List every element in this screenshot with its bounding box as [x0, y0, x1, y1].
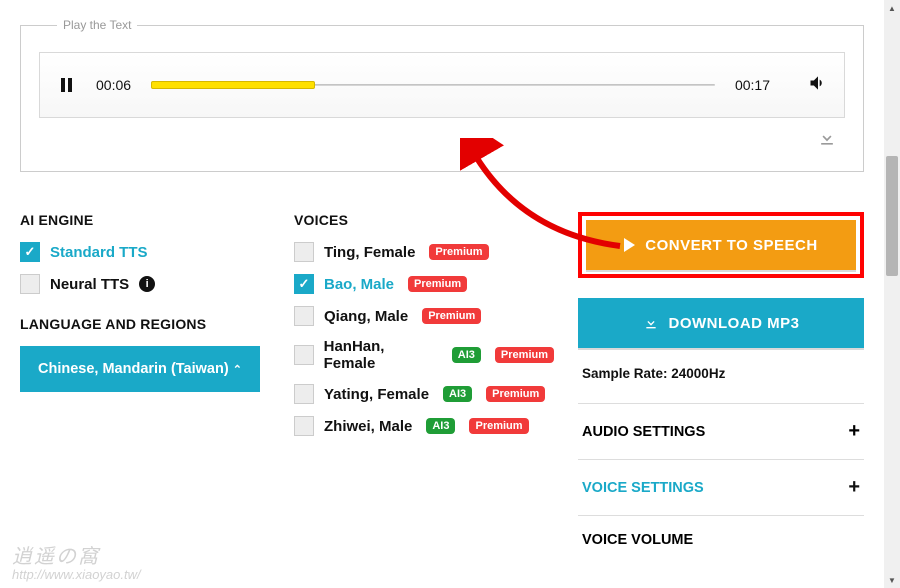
- chevron-up-icon: ⌃: [233, 363, 242, 376]
- voice-label: Zhiwei, Male: [324, 418, 412, 435]
- download-mp3-button[interactable]: DOWNLOAD MP3: [578, 298, 864, 348]
- pause-button[interactable]: [56, 78, 76, 92]
- ai-engine-heading: AI ENGINE: [20, 212, 270, 228]
- voice-volume-heading: VOICE VOLUME: [578, 515, 864, 548]
- checkbox[interactable]: [294, 274, 314, 294]
- checkbox[interactable]: [294, 416, 314, 436]
- page-scrollbar[interactable]: ▲ ▼: [884, 0, 900, 588]
- engine-option[interactable]: Standard TTS: [20, 242, 270, 262]
- voice-label: HanHan, Female: [324, 338, 438, 372]
- volume-icon: [808, 73, 828, 93]
- premium-badge: Premium: [408, 276, 467, 292]
- checkbox[interactable]: [294, 306, 314, 326]
- watermark-cn: 逍遥の窩: [12, 547, 141, 567]
- player-fieldset: Play the Text 00:06 00:17: [20, 18, 864, 172]
- premium-badge: Premium: [486, 386, 545, 402]
- language-label: Chinese, Mandarin (Taiwan): [38, 361, 229, 377]
- current-time: 00:06: [96, 77, 131, 93]
- plus-icon: +: [848, 476, 860, 499]
- info-icon[interactable]: i: [139, 276, 155, 292]
- checkbox[interactable]: [294, 242, 314, 262]
- audio-player: 00:06 00:17: [39, 52, 845, 118]
- play-icon: [624, 238, 635, 252]
- engine-label: Neural TTS: [50, 276, 129, 293]
- voice-settings-accordion[interactable]: VOICE SETTINGS +: [578, 459, 864, 515]
- voice-option[interactable]: Qiang, Male Premium: [294, 306, 554, 326]
- ai-badge: AI3: [426, 418, 455, 434]
- voice-option[interactable]: HanHan, Female AI3 Premium: [294, 338, 554, 372]
- scroll-thumb[interactable]: [886, 156, 898, 276]
- ai-badge: AI3: [443, 386, 472, 402]
- language-heading: LANGUAGE AND REGIONS: [20, 316, 270, 332]
- checkbox[interactable]: [294, 345, 314, 365]
- voice-settings-label: VOICE SETTINGS: [582, 480, 704, 496]
- convert-label: CONVERT TO SPEECH: [645, 237, 817, 254]
- player-download-button[interactable]: [817, 128, 837, 153]
- download-icon: [817, 128, 837, 148]
- engine-label: Standard TTS: [50, 244, 148, 261]
- download-icon: [643, 315, 659, 331]
- progress-bar[interactable]: [151, 81, 715, 89]
- pause-icon: [61, 78, 72, 92]
- convert-highlight: CONVERT TO SPEECH: [578, 212, 864, 278]
- premium-badge: Premium: [495, 347, 554, 363]
- voice-option[interactable]: Ting, Female Premium: [294, 242, 554, 262]
- download-label: DOWNLOAD MP3: [669, 315, 800, 332]
- checkbox[interactable]: [294, 384, 314, 404]
- convert-button[interactable]: CONVERT TO SPEECH: [586, 220, 856, 270]
- engine-option[interactable]: Neural TTS i: [20, 274, 270, 294]
- voice-label: Ting, Female: [324, 244, 415, 261]
- watermark: 逍遥の窩 http://www.xiaoyao.tw/: [12, 547, 141, 582]
- scroll-track[interactable]: [884, 16, 900, 572]
- voice-label: Yating, Female: [324, 386, 429, 403]
- premium-badge: Premium: [469, 418, 528, 434]
- voice-option[interactable]: Bao, Male Premium: [294, 274, 554, 294]
- voice-label: Qiang, Male: [324, 308, 408, 325]
- checkbox[interactable]: [20, 242, 40, 262]
- premium-badge: Premium: [422, 308, 481, 324]
- total-time: 00:17: [735, 77, 770, 93]
- ai-badge: AI3: [452, 347, 481, 363]
- plus-icon: +: [848, 420, 860, 443]
- volume-button[interactable]: [808, 73, 828, 98]
- watermark-url: http://www.xiaoyao.tw/: [12, 567, 141, 582]
- audio-settings-accordion[interactable]: AUDIO SETTINGS +: [578, 403, 864, 459]
- progress-fill: [151, 81, 315, 89]
- voice-label: Bao, Male: [324, 276, 394, 293]
- voices-heading: VOICES: [294, 212, 554, 228]
- language-dropdown[interactable]: Chinese, Mandarin (Taiwan) ⌃: [20, 346, 260, 392]
- sample-rate: Sample Rate: 24000Hz: [582, 366, 864, 381]
- voice-option[interactable]: Zhiwei, Male AI3 Premium: [294, 416, 554, 436]
- audio-settings-label: AUDIO SETTINGS: [582, 424, 705, 440]
- premium-badge: Premium: [429, 244, 488, 260]
- player-legend: Play the Text: [57, 18, 137, 32]
- scroll-down-icon[interactable]: ▼: [884, 572, 900, 588]
- scroll-up-icon[interactable]: ▲: [884, 0, 900, 16]
- checkbox[interactable]: [20, 274, 40, 294]
- voice-option[interactable]: Yating, Female AI3 Premium: [294, 384, 554, 404]
- voice-volume-label: VOICE VOLUME: [582, 532, 693, 548]
